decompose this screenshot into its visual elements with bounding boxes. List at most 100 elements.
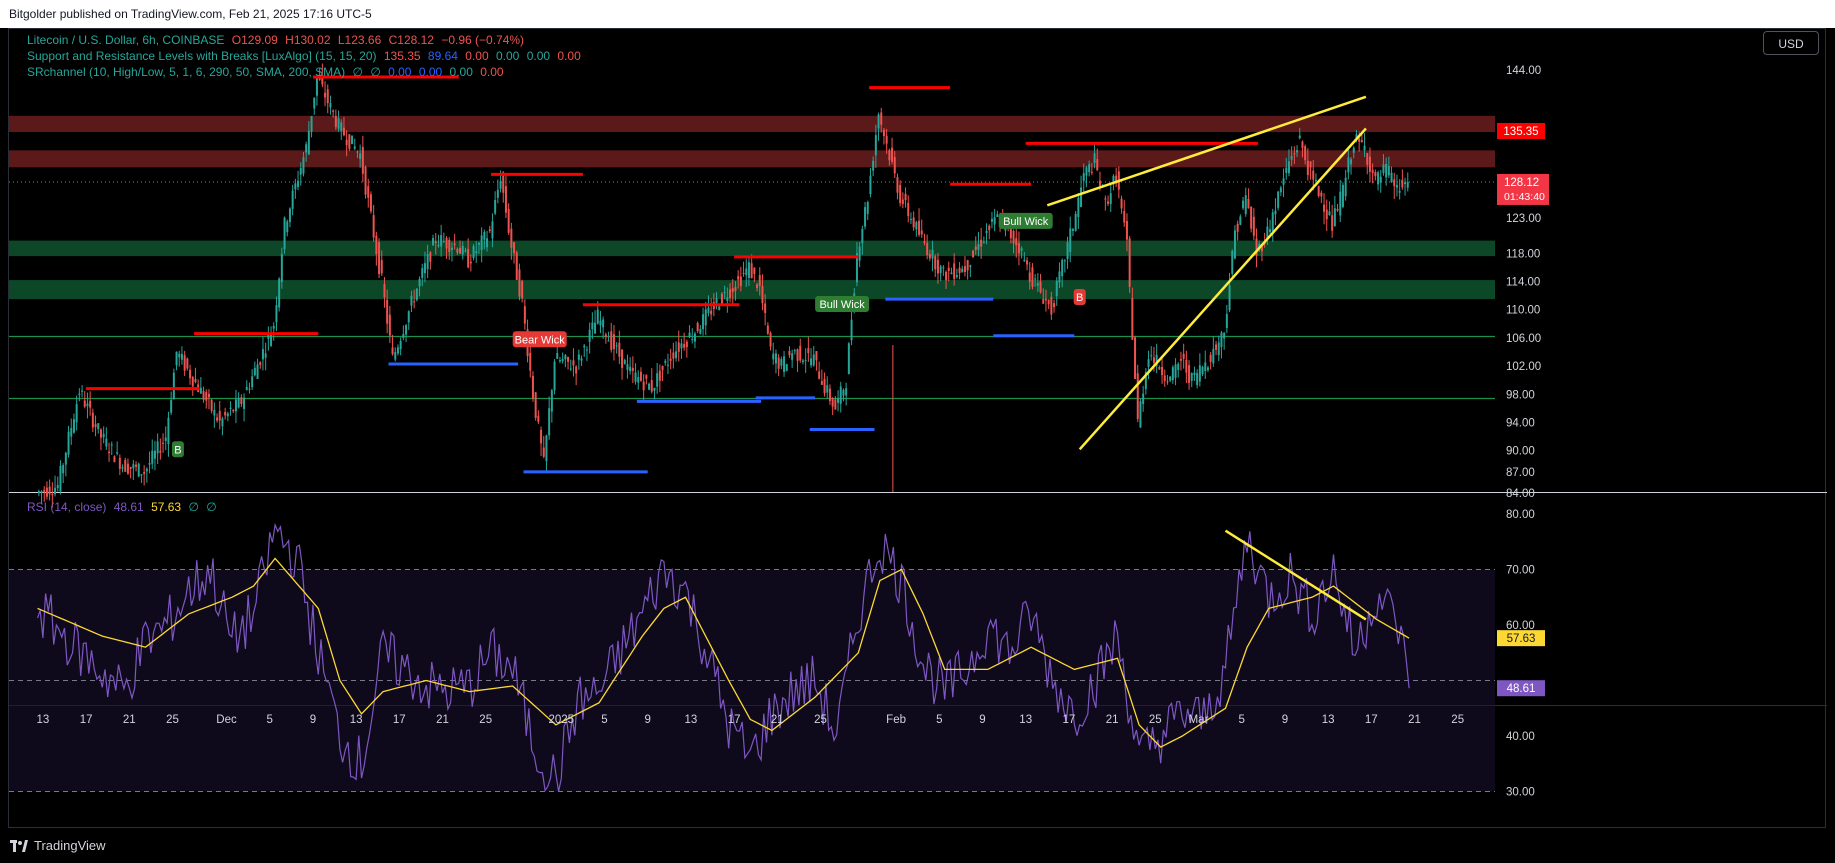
candle-body — [1228, 285, 1231, 311]
candle-body — [1358, 138, 1361, 142]
candle-body — [602, 319, 605, 328]
candle-body — [1304, 146, 1307, 161]
candle-body — [850, 319, 853, 341]
candle-body — [607, 340, 610, 342]
legend-symbol[interactable]: Litecoin / U.S. Dollar, 6h, COINBASE — [27, 33, 224, 47]
candle-body — [629, 366, 632, 372]
candle-body — [48, 486, 51, 495]
footer-brand[interactable]: TradingView — [10, 838, 106, 853]
candle-body — [118, 457, 121, 469]
candle-body — [1047, 299, 1050, 305]
legend-low: L123.66 — [337, 33, 382, 47]
candle-body — [904, 193, 907, 201]
candle-body — [51, 494, 54, 496]
candle-body — [418, 278, 421, 287]
candle-body — [1169, 376, 1172, 381]
candle-body — [612, 334, 615, 349]
candle-body — [866, 202, 869, 214]
candle-body — [1009, 227, 1012, 239]
candle-body — [839, 386, 842, 404]
time-axis-tick: 25 — [1149, 714, 1162, 726]
candle-body — [653, 387, 656, 391]
candle-body — [909, 219, 912, 221]
legend-rsi-name[interactable]: RSI (14, close) — [27, 500, 106, 514]
candle-body — [1044, 298, 1047, 301]
candle-body — [901, 199, 904, 204]
candle-body — [172, 372, 175, 400]
candle-body — [1142, 393, 1145, 404]
candle-body — [521, 280, 524, 299]
candle-body — [569, 368, 572, 370]
candle-body — [507, 208, 510, 233]
candle-body — [313, 97, 316, 109]
candle-body — [812, 354, 815, 366]
candle-body — [1217, 342, 1220, 356]
candle-body — [429, 252, 432, 262]
candle-body — [132, 464, 135, 469]
candle-body — [1317, 186, 1320, 196]
candle-body — [891, 147, 894, 162]
candle-body — [113, 456, 116, 463]
candle-body — [75, 404, 78, 423]
candle-body — [1015, 238, 1018, 246]
legend-indicator1-v4: 0.00 — [496, 49, 520, 63]
chart-frame[interactable]: Bear Wick Bull Wick Bull Wick B B 144.00 123.0… — [8, 28, 1827, 829]
candle-body — [845, 388, 848, 396]
legend-change: −0.96 (−0.74%) — [441, 33, 525, 47]
candle-body — [548, 408, 551, 436]
candle-body — [162, 442, 165, 444]
currency-button[interactable]: USD — [1763, 31, 1819, 55]
legend-indicator1-v3: 0.00 — [465, 49, 489, 63]
candle-body — [108, 451, 111, 454]
candle-body — [1107, 201, 1110, 204]
candle-body — [664, 360, 667, 363]
candle-body — [351, 135, 354, 144]
candle-body — [810, 358, 813, 366]
legend-rsi-v1: 48.61 — [113, 500, 144, 514]
candle-body — [391, 347, 394, 355]
candle-body — [791, 353, 794, 360]
legend-indicator2-name[interactable]: SRchannel (10, High/Low, 5, 1, 6, 290, 5… — [27, 65, 345, 79]
candle-body — [656, 373, 659, 387]
time-axis-tick: 21 — [436, 714, 449, 726]
candle-body — [307, 130, 310, 155]
candle-body — [369, 194, 372, 212]
legend-indicator1-name[interactable]: Support and Resistance Levels with Break… — [27, 49, 377, 63]
legend-indicator1-v6: 0.00 — [557, 49, 581, 63]
candle-body — [475, 251, 478, 254]
candle-body — [726, 297, 729, 301]
chart-canvas[interactable]: Bear Wick Bull Wick Bull Wick B B 144.00 123.0… — [9, 29, 1827, 829]
candle-body — [302, 157, 305, 174]
candle-body — [1017, 243, 1020, 254]
candle-body — [510, 228, 513, 248]
candle-body — [1196, 373, 1199, 386]
candle-body — [186, 358, 189, 369]
candle-body — [243, 397, 246, 409]
candle-body — [135, 464, 138, 467]
candle-body — [153, 450, 156, 459]
candle-body — [769, 332, 772, 347]
candle-body — [1055, 280, 1058, 297]
time-axis-tick: 5 — [1238, 714, 1244, 726]
legend-indicator2-v1: 0.00 — [388, 65, 412, 79]
candle-body — [996, 214, 999, 218]
candle-body — [299, 168, 302, 175]
candle-body — [143, 471, 146, 474]
candle-body — [1090, 171, 1093, 173]
candle-body — [1212, 348, 1215, 364]
candle-body — [793, 350, 796, 352]
candle-body — [672, 352, 675, 359]
candle-body — [820, 381, 823, 385]
candle-body — [747, 262, 750, 278]
candle-body — [1323, 204, 1326, 212]
time-axis-tick: 17 — [80, 714, 93, 726]
rsi-axis-tick: 80.00 — [1506, 509, 1535, 521]
candle-body — [410, 295, 413, 306]
candle-body — [494, 199, 497, 214]
candle-body — [1166, 381, 1169, 383]
candle-body — [164, 437, 167, 441]
candle-body — [907, 202, 910, 217]
candle-body — [434, 241, 437, 243]
candle-body — [920, 230, 923, 235]
candle-body — [1250, 206, 1253, 229]
